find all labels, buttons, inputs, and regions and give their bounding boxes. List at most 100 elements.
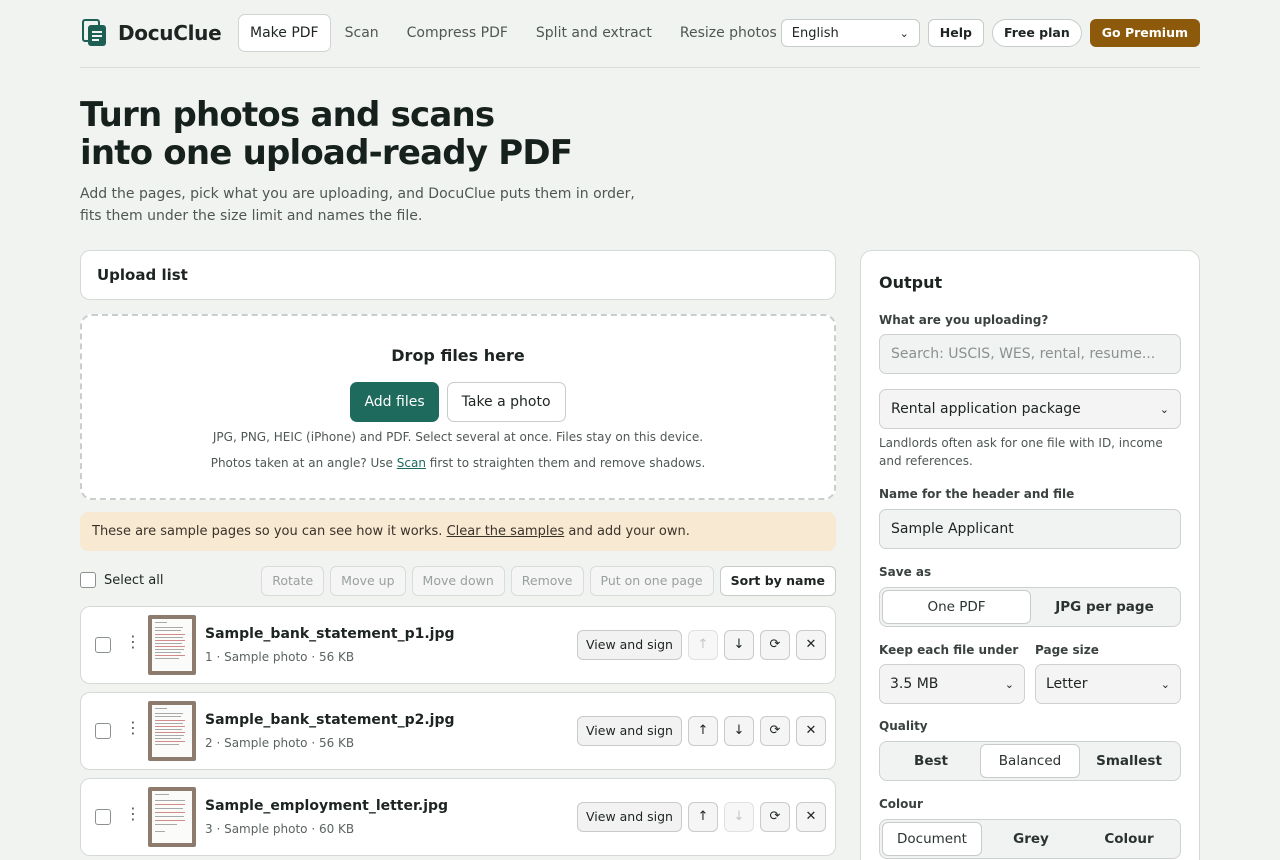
language-value: English <box>791 25 839 41</box>
size-limit-value: 3.5 MB <box>890 676 939 692</box>
header-actions: English ⌄ Help Free plan Go Premium <box>780 19 1200 47</box>
docuclue-logo-icon <box>80 18 108 48</box>
page-subtitle-line1: Add the pages, pick what you are uploadi… <box>80 186 635 202</box>
file-row: ⋮⋮ Sample_bank_statement_p1.jpg 1 · Samp… <box>80 606 836 684</box>
file-thumbnail <box>148 701 196 761</box>
select-all-checkbox[interactable] <box>80 572 96 588</box>
rotate-icon[interactable]: ⟳ <box>760 630 790 660</box>
save-as-jpg-per-page[interactable]: JPG per page <box>1031 590 1178 624</box>
save-as-label: Save as <box>879 565 932 579</box>
view-and-sign-button[interactable]: View and sign <box>577 716 682 746</box>
help-button[interactable]: Help <box>927 19 984 47</box>
file-row: ⋮⋮ Sample_bank_statement_p2.jpg 2 · Samp… <box>80 692 836 770</box>
file-types-note: JPG, PNG, HEIC (iPhone) and PDF. Select … <box>212 430 704 444</box>
file-thumbnail <box>148 615 196 675</box>
drop-zone[interactable]: Drop files here Add files Take a photo J… <box>80 314 836 500</box>
nav-resize-photos[interactable]: Resize photos <box>666 14 791 52</box>
clear-samples-link[interactable]: Clear the samples <box>447 524 565 539</box>
move-up-arrow-icon[interactable]: ↑ <box>688 802 718 832</box>
file-checkbox[interactable] <box>95 809 111 825</box>
save-as-toggle: One PDF JPG per page <box>879 587 1181 627</box>
chevron-down-icon: ⌄ <box>1004 677 1014 691</box>
page-size-value: Letter <box>1046 676 1088 692</box>
page-title: Turn photos and scans into one upload-re… <box>80 95 573 173</box>
main-nav: Make PDF Scan Compress PDF Split and ext… <box>238 14 791 52</box>
sort-by-name-button[interactable]: Sort by name <box>719 566 836 596</box>
move-down-arrow-icon[interactable]: ↓ <box>724 630 754 660</box>
rotate-button[interactable]: Rotate <box>261 566 325 596</box>
nav-scan[interactable]: Scan <box>331 14 393 52</box>
file-checkbox[interactable] <box>95 637 111 653</box>
output-title: Output <box>879 273 943 292</box>
page-size-select[interactable]: Letter ⌄ <box>1035 664 1181 704</box>
go-premium-button[interactable]: Go Premium <box>1089 19 1200 47</box>
move-down-arrow-icon[interactable]: ↓ <box>724 802 754 832</box>
file-name: Sample_bank_statement_p1.jpg <box>205 626 455 642</box>
file-meta: 3 · Sample photo · 60 KB <box>205 822 355 836</box>
name-label: Name for the header and file <box>879 487 1075 501</box>
quality-smallest[interactable]: Smallest <box>1080 744 1178 778</box>
top-bar: DocuClue Make PDF Scan Compress PDF Spli… <box>80 0 1200 68</box>
move-up-button[interactable]: Move up <box>330 566 406 596</box>
preset-value: Rental application package <box>891 401 1081 417</box>
add-files-button[interactable]: Add files <box>350 382 439 422</box>
what-uploading-label: What are you uploading? <box>879 313 1049 327</box>
preset-help: Landlords often ask for one file with ID… <box>879 436 1163 468</box>
upload-list-title: Upload list <box>97 266 188 284</box>
quality-label: Quality <box>879 719 928 733</box>
file-meta: 2 · Sample photo · 56 KB <box>205 736 355 750</box>
move-up-arrow-icon[interactable]: ↑ <box>688 630 718 660</box>
size-limit-select[interactable]: 3.5 MB ⌄ <box>879 664 1025 704</box>
preset-search-input[interactable]: Search: USCIS, WES, rental, resume... <box>879 334 1181 374</box>
scan-tip: Photos taken at an angle? Use Scan first… <box>82 456 834 470</box>
put-on-one-page-button[interactable]: Put on one page <box>589 566 714 596</box>
free-plan-button[interactable]: Free plan <box>991 19 1082 47</box>
move-up-arrow-icon[interactable]: ↑ <box>688 716 718 746</box>
sample-banner-post: and add your own. <box>568 524 690 539</box>
sample-banner-text: These are sample pages so you can see ho… <box>92 524 443 539</box>
quality-balanced[interactable]: Balanced <box>980 744 1080 778</box>
colour-label: Colour <box>879 797 923 811</box>
chevron-down-icon: ⌄ <box>1160 677 1170 691</box>
page-title-line2: into one upload-ready PDF <box>80 133 573 173</box>
colour-document[interactable]: Document <box>882 822 982 856</box>
page-title-line1: Turn photos and scans <box>80 95 495 135</box>
save-as-one-pdf[interactable]: One PDF <box>882 590 1031 624</box>
file-row: ⋮⋮ Sample_employment_letter.jpg 3 · Samp… <box>80 778 836 856</box>
remove-icon[interactable]: ✕ <box>796 630 826 660</box>
colour-colour[interactable]: Colour <box>1080 822 1178 856</box>
drag-handle-icon[interactable]: ⋮⋮ <box>125 806 157 822</box>
scan-link[interactable]: Scan <box>397 456 426 470</box>
remove-button[interactable]: Remove <box>510 566 584 596</box>
drag-handle-icon[interactable]: ⋮⋮ <box>125 720 157 736</box>
drag-handle-icon[interactable]: ⋮⋮ <box>125 634 157 650</box>
nav-split-extract[interactable]: Split and extract <box>522 14 666 52</box>
rotate-icon[interactable]: ⟳ <box>760 802 790 832</box>
upload-list-card: Upload list <box>80 250 836 300</box>
size-limit-label: Keep each file under <box>879 643 1019 657</box>
move-down-arrow-icon[interactable]: ↓ <box>724 716 754 746</box>
file-thumbnail <box>148 787 196 847</box>
applicant-name-input[interactable]: Sample Applicant <box>879 509 1181 549</box>
file-name: Sample_bank_statement_p2.jpg <box>205 712 455 728</box>
file-name: Sample_employment_letter.jpg <box>205 798 449 814</box>
colour-grey[interactable]: Grey <box>982 822 1080 856</box>
nav-make-pdf[interactable]: Make PDF <box>238 14 331 52</box>
quality-toggle: Best Balanced Smallest <box>879 741 1181 781</box>
move-down-button[interactable]: Move down <box>411 566 505 596</box>
select-all[interactable]: Select all <box>80 572 163 588</box>
quality-best[interactable]: Best <box>882 744 980 778</box>
preset-select[interactable]: Rental application package ⌄ <box>879 389 1181 429</box>
logo[interactable]: DocuClue <box>80 18 222 48</box>
output-panel: Output What are you uploading? Search: U… <box>860 250 1200 860</box>
language-select[interactable]: English ⌄ <box>780 19 920 47</box>
view-and-sign-button[interactable]: View and sign <box>577 630 682 660</box>
remove-icon[interactable]: ✕ <box>796 802 826 832</box>
take-photo-button[interactable]: Take a photo <box>446 382 566 422</box>
view-and-sign-button[interactable]: View and sign <box>577 802 682 832</box>
file-checkbox[interactable] <box>95 723 111 739</box>
nav-compress-pdf[interactable]: Compress PDF <box>393 14 522 52</box>
page-subtitle-line2: fits them under the size limit and names… <box>80 208 423 224</box>
remove-icon[interactable]: ✕ <box>796 716 826 746</box>
rotate-icon[interactable]: ⟳ <box>760 716 790 746</box>
